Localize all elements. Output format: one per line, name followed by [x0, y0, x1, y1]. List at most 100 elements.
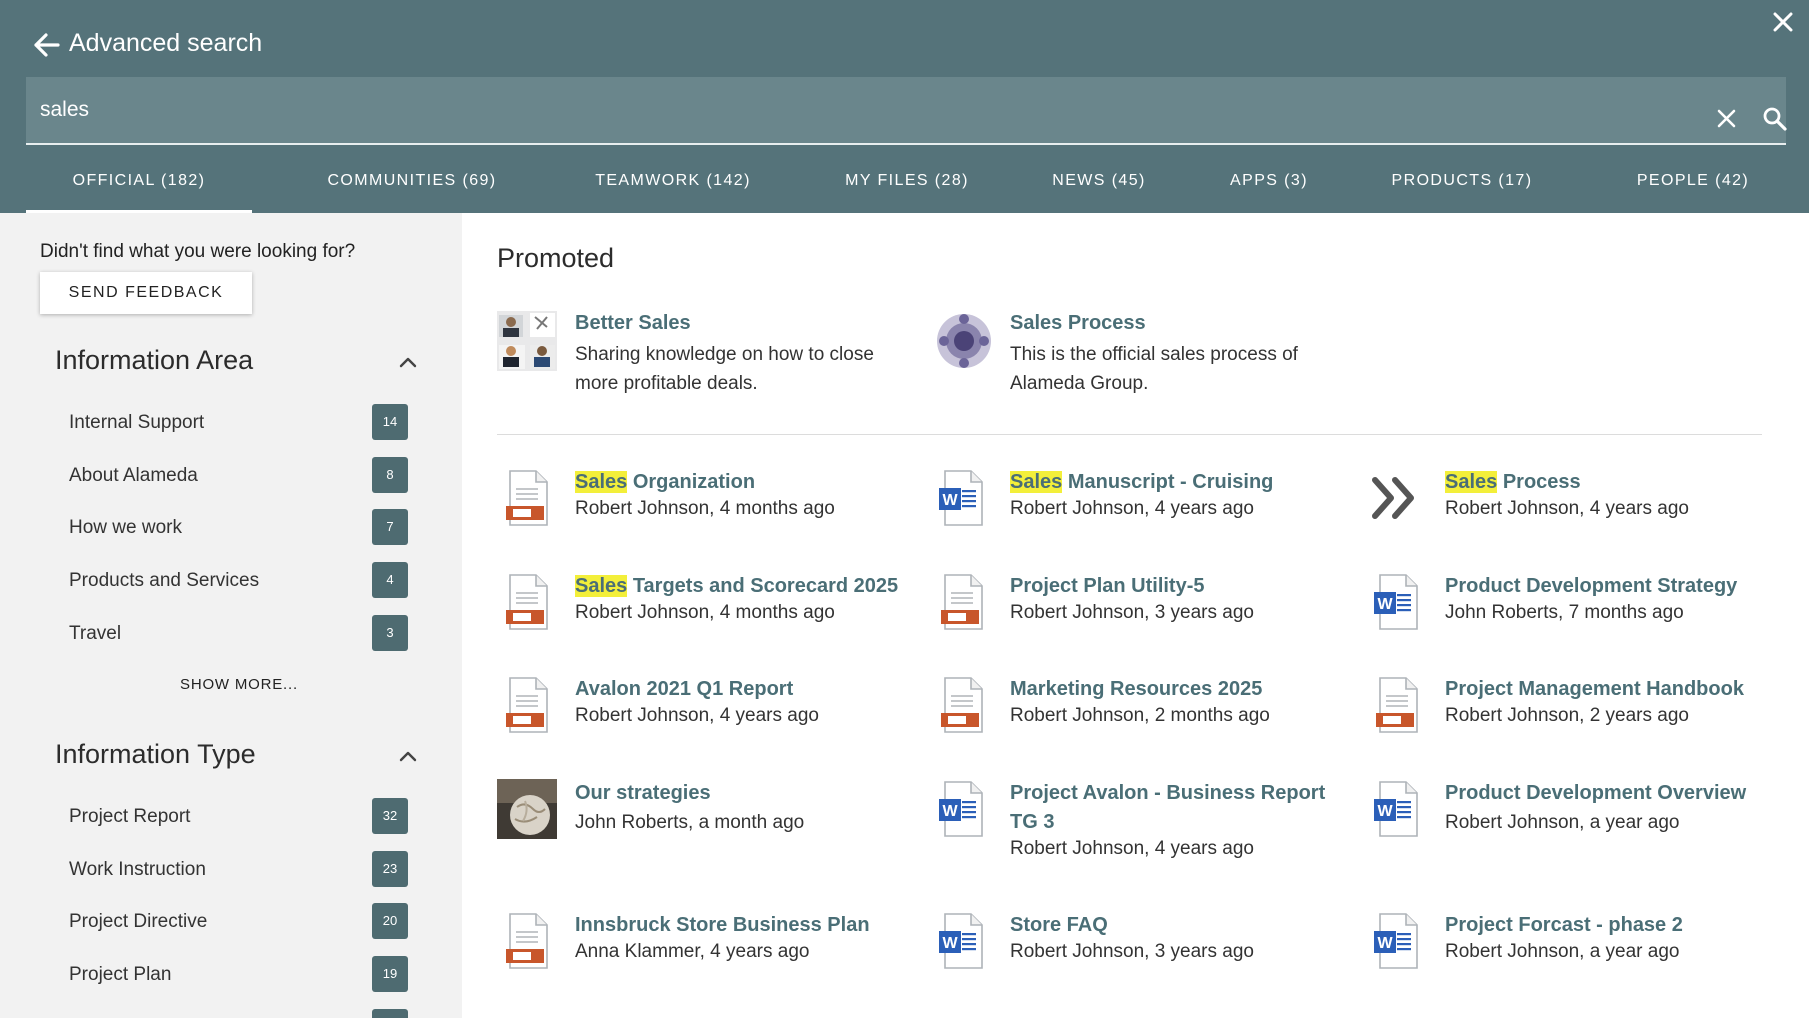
result-item[interactable]: Our strategies John Roberts, a month ago	[497, 779, 917, 869]
result-item[interactable]: Innsbruck Store Business Plan Anna Klamme…	[497, 911, 917, 1001]
search-highlight: Sales	[575, 471, 628, 493]
result-title[interactable]: Avalon 2021 Q1 Report	[575, 675, 915, 704]
result-item[interactable]: W Sales Manuscript - Cruising Robert Johns…	[932, 468, 1352, 558]
tab-my-files[interactable]: MY FILES (28)	[809, 172, 1005, 213]
count-badge	[372, 1009, 408, 1018]
tab-communities[interactable]: COMMUNITIES (69)	[286, 172, 538, 213]
tab-products[interactable]: PRODUCTS (17)	[1360, 172, 1564, 213]
search-highlight: Sales	[1010, 471, 1063, 493]
chevron-up-icon[interactable]	[398, 355, 418, 369]
result-meta: Robert Johnson, 4 years ago	[1010, 838, 1254, 859]
svg-text:W: W	[1377, 803, 1393, 820]
double-chevron-icon	[1367, 468, 1427, 528]
result-title[interactable]: Our strategies	[575, 779, 915, 808]
facet-item-project-report[interactable]: Project Report 32	[69, 797, 429, 837]
results-panel: Promoted Better Sales Sharing knowledge …	[462, 213, 1809, 1018]
result-title[interactable]: Project Plan Utility-5	[1010, 572, 1350, 601]
result-item[interactable]: Marketing Resources 2025 Robert Johnson, …	[932, 675, 1352, 765]
result-item[interactable]: Avalon 2021 Q1 Report Robert Johnson, 4 y…	[497, 675, 917, 765]
promoted-item[interactable]: Better Sales Sharing knowledge on how to…	[497, 311, 897, 401]
facet-label: Project Directive	[69, 911, 208, 932]
result-title[interactable]: Sales Targets and Scorecard 2025	[575, 572, 915, 601]
result-item[interactable]: Project Management Handbook Robert Johnso…	[1367, 675, 1787, 765]
chevron-up-icon[interactable]	[398, 749, 418, 763]
result-meta: Robert Johnson, 2 years ago	[1445, 705, 1689, 726]
facet-item-products-and-services[interactable]: Products and Services 4	[69, 561, 429, 601]
result-title[interactable]: Sales Process	[1445, 468, 1785, 497]
result-title[interactable]: Product Development Overview	[1445, 779, 1785, 808]
result-item[interactable]: W Store FAQ Robert Johnson, 3 years ago	[932, 911, 1352, 1001]
result-meta: Robert Johnson, 4 months ago	[575, 602, 835, 623]
result-title-text: Manuscript - Cruising	[1062, 471, 1274, 493]
word-icon: W	[932, 468, 992, 528]
result-title[interactable]: Innsbruck Store Business Plan	[575, 911, 915, 940]
facet-item-internal-support[interactable]: Internal Support 14	[69, 403, 429, 443]
facet-item-project-directive[interactable]: Project Directive 20	[69, 902, 429, 942]
count-badge: 3	[372, 615, 408, 651]
facet-item-partial[interactable]	[69, 1008, 429, 1018]
search-input[interactable]	[40, 91, 1660, 129]
facet-label: How we work	[69, 517, 182, 538]
tab-news[interactable]: NEWS (45)	[1016, 172, 1182, 213]
result-title[interactable]: Store FAQ	[1010, 911, 1350, 940]
search-icon[interactable]	[1762, 106, 1787, 131]
result-title[interactable]: Project Avalon - Business Report TG 3	[1010, 779, 1350, 837]
information-area-title: Information Area	[55, 345, 254, 375]
result-title[interactable]: Marketing Resources 2025	[1010, 675, 1350, 704]
facet-item-work-instruction[interactable]: Work Instruction 23	[69, 850, 429, 890]
result-title[interactable]: Product Development Strategy	[1445, 572, 1785, 601]
feedback-question: Didn't find what you were looking for?	[40, 241, 356, 262]
clear-icon[interactable]	[1716, 108, 1737, 129]
page-title: Advanced search	[69, 29, 263, 57]
result-item[interactable]: Sales Process Robert Johnson, 4 years ago	[1367, 468, 1787, 558]
result-meta: Robert Johnson, 2 months ago	[1010, 705, 1270, 726]
facet-item-how-we-work[interactable]: How we work 7	[69, 508, 429, 548]
search-header: Advanced search OFFICIAL (182) COMMUNITI…	[0, 0, 1809, 213]
result-meta: Robert Johnson, a year ago	[1445, 812, 1680, 833]
facet-item-about-alameda[interactable]: About Alameda 8	[69, 456, 429, 496]
facet-item-project-plan[interactable]: Project Plan 19	[69, 955, 429, 995]
close-icon[interactable]	[1771, 10, 1795, 34]
result-meta: Anna Klammer, 4 years ago	[575, 941, 810, 962]
filter-sidebar: Didn't find what you were looking for? S…	[16, 213, 462, 1018]
result-title[interactable]: Project Forcast - phase 2	[1445, 911, 1785, 940]
result-item[interactable]: W Project Forcast - phase 2 Robert Johnson…	[1367, 911, 1787, 1001]
promoted-title[interactable]: Sales Process	[1010, 312, 1146, 335]
promoted-heading: Promoted	[497, 243, 615, 273]
powerpoint-icon	[497, 572, 557, 632]
powerpoint-icon	[497, 675, 557, 735]
promoted-item[interactable]: Sales Process This is the official sales…	[932, 311, 1332, 401]
word-icon: W	[932, 779, 992, 839]
send-feedback-button[interactable]: SEND FEEDBACK	[40, 272, 252, 314]
result-title[interactable]: Sales Organization	[575, 468, 915, 497]
show-more-link[interactable]: SHOW MORE...	[16, 676, 462, 693]
result-item[interactable]: Sales Organization Robert Johnson, 4 mont…	[497, 468, 917, 558]
result-title[interactable]: Project Management Handbook	[1445, 675, 1785, 704]
result-item[interactable]: Project Plan Utility-5 Robert Johnson, 3 …	[932, 572, 1352, 662]
svg-text:W: W	[942, 492, 958, 509]
result-title-text: Project Management Handbook	[1445, 678, 1744, 700]
search-box	[26, 77, 1787, 145]
svg-text:W: W	[942, 803, 958, 820]
facet-item-travel[interactable]: Travel 3	[69, 614, 429, 654]
tab-apps[interactable]: APPS (3)	[1200, 172, 1338, 213]
result-title-text: Our strategies	[575, 782, 711, 804]
tab-people[interactable]: PEOPLE (42)	[1603, 172, 1783, 213]
result-title[interactable]: Sales Manuscript - Cruising	[1010, 468, 1350, 497]
powerpoint-icon	[932, 572, 992, 632]
facet-label: Project Plan	[69, 964, 172, 985]
tab-teamwork[interactable]: TEAMWORK (142)	[555, 172, 791, 213]
count-badge: 19	[372, 956, 408, 992]
facet-label: Products and Services	[69, 570, 260, 591]
back-arrow-icon[interactable]	[34, 32, 60, 58]
result-meta: Robert Johnson, a year ago	[1445, 941, 1680, 962]
promoted-title[interactable]: Better Sales	[575, 312, 691, 335]
result-item[interactable]: W Product Development Overview Robert John…	[1367, 779, 1787, 869]
tab-official[interactable]: OFFICIAL (182)	[26, 172, 252, 213]
result-item[interactable]: W Project Avalon - Business Report TG 3 Ro…	[932, 779, 1352, 869]
result-item[interactable]: Sales Targets and Scorecard 2025 Robert J…	[497, 572, 917, 662]
word-icon: W	[1367, 572, 1427, 632]
result-meta: Robert Johnson, 4 years ago	[1445, 498, 1689, 519]
tab-bar: OFFICIAL (182) COMMUNITIES (69) TEAMWORK…	[26, 160, 1786, 213]
result-item[interactable]: W Product Development Strategy John Robert…	[1367, 572, 1787, 662]
